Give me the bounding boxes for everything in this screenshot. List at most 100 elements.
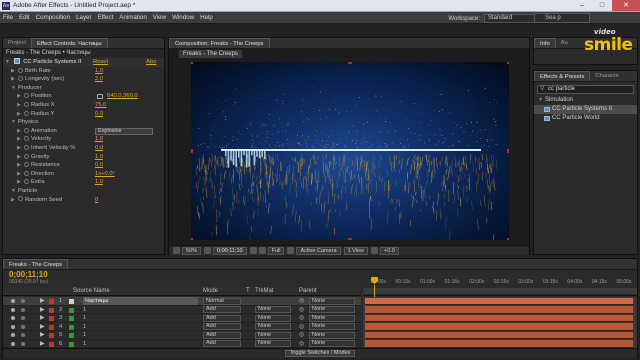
expand-arrow-icon[interactable]: ▶	[40, 323, 44, 331]
close-button[interactable]: ✕	[612, 0, 640, 11]
layer-name[interactable]: 1	[83, 340, 86, 348]
expand-arrow-icon[interactable]: ▶	[40, 297, 44, 305]
layer-row[interactable]: ▶ 5 1 Add None ◎ None	[3, 331, 361, 340]
exposure-value[interactable]: +0.0	[379, 246, 399, 255]
help-search-input[interactable]: Sea p	[534, 13, 590, 23]
tab-timeline-comp[interactable]: Freaks - The Creeps	[3, 259, 69, 269]
param-row[interactable]: ▼ Physics	[3, 118, 164, 127]
audio-speaker-icon[interactable]	[21, 316, 25, 320]
param-value[interactable]: 1.0	[95, 178, 103, 187]
layer-trkmat-select[interactable]: None	[255, 323, 291, 330]
layer-parent-select[interactable]: None	[309, 306, 355, 313]
maximize-button[interactable]: □	[592, 0, 612, 11]
parent-pickwhip-icon[interactable]: ◎	[299, 297, 304, 305]
expand-arrow-icon[interactable]: ▶	[17, 170, 24, 179]
layer-trkmat-select[interactable]: None	[255, 314, 291, 322]
param-value[interactable]: 0	[95, 196, 98, 205]
stopwatch-icon[interactable]	[24, 101, 29, 107]
layer-name[interactable]: 1	[83, 331, 86, 339]
layer-row[interactable]: ▶ 6 1 Add None ◎ None	[3, 339, 361, 348]
layer-trkmat-select[interactable]: None	[255, 340, 291, 347]
tab-comp-freaks[interactable]: Freaks - The Creeps	[179, 50, 242, 58]
stopwatch-icon[interactable]	[18, 76, 23, 82]
menu-window[interactable]: Window	[169, 12, 197, 24]
param-row[interactable]: ▶ Resistance 0.0	[3, 161, 164, 170]
param-row[interactable]: ▶ Random Seed 0	[3, 196, 164, 205]
fx-item-cc-particle-world[interactable]: CC Particle World	[534, 114, 637, 123]
expand-arrow-icon[interactable]: ▶	[11, 196, 18, 205]
expand-arrow-icon[interactable]: ▶	[11, 75, 18, 84]
layer-duration-bar[interactable]	[365, 331, 633, 339]
timeline-timecode[interactable]: 0;00;11;10	[9, 270, 48, 279]
corner-handle[interactable]	[507, 238, 509, 240]
resolution-select[interactable]: Full	[267, 246, 285, 255]
layer-row[interactable]: ▶ 3 1 Add None ◎ None	[3, 314, 361, 323]
expand-arrow-icon[interactable]: ▶	[40, 331, 44, 339]
param-row[interactable]: ▶ Inherit Velocity % 0.0	[3, 144, 164, 153]
menu-animation[interactable]: Animation	[116, 12, 150, 24]
layer-row[interactable]: ▶ 2 1 Add None ◎ None	[3, 305, 361, 314]
time-ruler[interactable]: 00:00s 00:15s 01:00s 01:15s 02:00s 02:15s 03:0…	[363, 274, 637, 296]
parent-pickwhip-icon[interactable]: ◎	[299, 331, 304, 339]
layer-duration-bar[interactable]	[365, 297, 633, 305]
param-value[interactable]: 2.0	[95, 75, 103, 84]
col-parent[interactable]: Parent	[299, 288, 317, 294]
param-value[interactable]: 1x+0.0°	[95, 170, 115, 179]
menu-effect[interactable]: Effect	[95, 12, 117, 24]
param-row[interactable]: ▼ Particle	[3, 187, 164, 196]
corner-handle[interactable]	[507, 62, 509, 64]
param-row[interactable]: ▶ Gravity 1.0	[3, 153, 164, 162]
expand-arrow-icon[interactable]: ▶	[17, 144, 24, 153]
param-value[interactable]: 1.0	[95, 153, 103, 162]
stopwatch-icon[interactable]	[24, 179, 29, 185]
param-row[interactable]: ▶ Radius X 75.0	[3, 101, 164, 110]
param-value[interactable]: 0.0	[95, 161, 103, 170]
effect-row[interactable]: ▼ CC Particle Systems II Reset Abo	[3, 58, 164, 67]
tab-effect-controls[interactable]: Effect Controls: Частицы	[31, 38, 108, 48]
parent-pickwhip-icon[interactable]: ◎	[299, 323, 304, 331]
layer-trkmat-select[interactable]: None	[255, 331, 291, 339]
param-value[interactable]: 1.0	[95, 67, 103, 76]
stopwatch-icon[interactable]	[24, 144, 29, 150]
stopwatch-icon[interactable]	[24, 153, 29, 159]
col-mode[interactable]: Mode	[203, 288, 218, 294]
parent-pickwhip-icon[interactable]: ◎	[299, 340, 304, 348]
expand-arrow-icon[interactable]: ▼	[11, 187, 18, 196]
audio-speaker-icon[interactable]	[21, 341, 25, 346]
audio-speaker-icon[interactable]	[21, 299, 25, 303]
layer-duration-bar[interactable]	[365, 323, 633, 331]
parent-pickwhip-icon[interactable]: ◎	[299, 306, 304, 314]
visibility-eye-icon[interactable]	[11, 299, 15, 303]
fx-icon[interactable]	[13, 58, 20, 65]
stopwatch-icon[interactable]	[24, 93, 29, 99]
visibility-eye-icon[interactable]	[11, 307, 15, 312]
tab-project[interactable]: Project	[3, 38, 31, 48]
expand-arrow-icon[interactable]: ▶	[17, 153, 24, 162]
param-row[interactable]: ▶ Direction 1x+0.0°	[3, 170, 164, 179]
layer-row[interactable]: ▶ 1 Частицы Normal ◎ None	[3, 297, 361, 306]
param-row[interactable]: ▶ Velocity 1.0	[3, 135, 164, 144]
layer-parent-select[interactable]: None	[309, 340, 355, 347]
tab-info[interactable]: Info	[534, 38, 556, 48]
category-simulation[interactable]: ▼ Simulation	[534, 96, 637, 105]
layer-duration-bar[interactable]	[365, 314, 633, 322]
effect-about-link[interactable]: Abo	[146, 58, 156, 67]
stopwatch-icon[interactable]	[24, 110, 29, 116]
expand-arrow-icon[interactable]: ▼	[538, 96, 545, 105]
menu-layer[interactable]: Layer	[73, 12, 94, 24]
visibility-eye-icon[interactable]	[11, 316, 15, 320]
layer-parent-select[interactable]: None	[309, 297, 355, 305]
layer-name[interactable]: 1	[83, 314, 86, 322]
grid-icon[interactable]	[204, 247, 212, 254]
expand-arrow-icon[interactable]: ▶	[40, 340, 44, 348]
layer-label-color[interactable]	[49, 333, 54, 338]
stopwatch-icon[interactable]	[24, 162, 29, 168]
tab-composition[interactable]: Composition: Freaks - The Creeps	[169, 38, 270, 48]
stopwatch-icon[interactable]	[24, 136, 29, 142]
region-icon[interactable]	[173, 247, 180, 254]
layer-label-color[interactable]	[49, 299, 54, 304]
snapshot-icon[interactable]	[249, 247, 257, 254]
layer-label-color[interactable]	[49, 316, 54, 321]
layer-label-color[interactable]	[49, 341, 54, 347]
channel-icon[interactable]	[258, 247, 266, 254]
